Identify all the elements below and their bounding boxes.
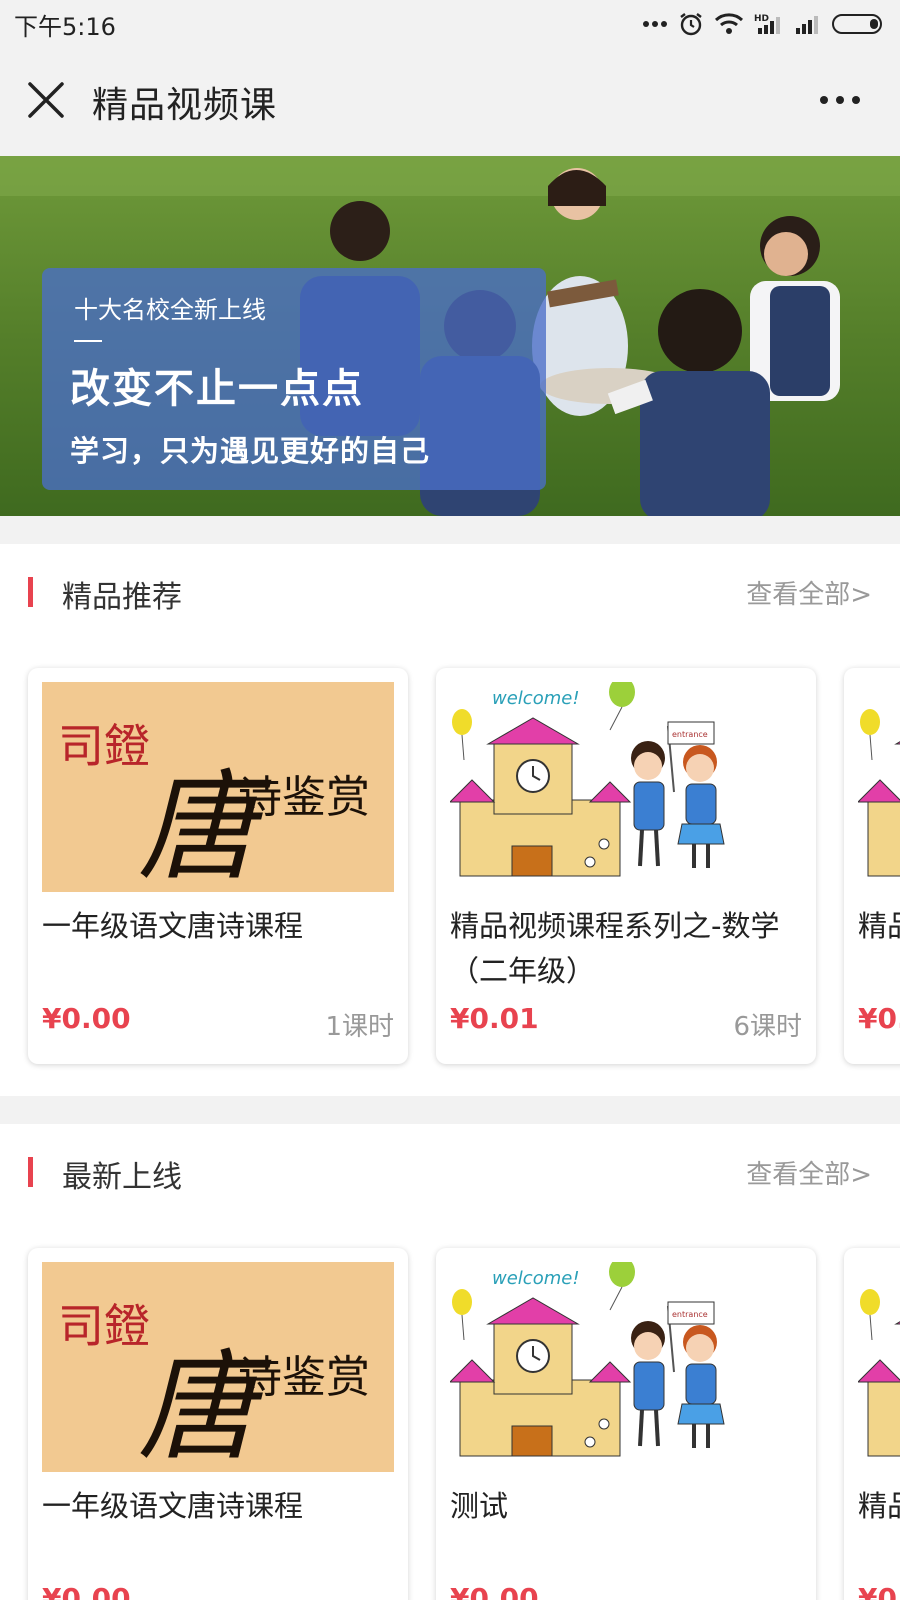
section-header: 最新上线 查看全部> (0, 1124, 900, 1220)
nav-bar: 精品视频课 (0, 48, 900, 156)
course-card[interactable]: welcome!entrance 精品视频课程系列之-数学 ¥0. (844, 1248, 900, 1600)
course-price: ¥0.00 (42, 1582, 131, 1600)
course-title: 精品视频课程系列之-数学 (858, 1489, 900, 1523)
banner-divider (74, 340, 102, 342)
status-time: 下午5:16 (14, 12, 116, 41)
status-icons: HD (642, 11, 886, 37)
course-title: 测试 (450, 1489, 509, 1523)
section-title: 精品推荐 (62, 580, 182, 615)
course-price: ¥0. (858, 1582, 900, 1600)
wifi-icon (714, 12, 744, 36)
course-carousel[interactable]: 司鐙唐诗鉴赏 一年级语文唐诗课程 ¥0.00 welcome! entrance … (0, 1248, 900, 1600)
thumb-title-text: 诗鉴赏 (238, 1352, 370, 1403)
course-card[interactable]: welcome! entrance 精品视频课程系列之-数学（二年级） ¥0.01… (436, 668, 816, 1064)
view-all-link[interactable]: 查看全部> (746, 1154, 872, 1191)
section-newest: 最新上线 查看全部> 司鐙唐诗鉴赏 一年级语文唐诗课程 ¥0.00 welcom… (0, 1124, 900, 1600)
course-thumbnail: welcome! entrance (450, 682, 802, 892)
banner-subtitle: 十大名校全新上线 (74, 296, 266, 324)
signal-icon (794, 12, 822, 36)
course-thumbnail: welcome!entrance (858, 1262, 900, 1472)
promo-banner[interactable]: 十大名校全新上线 改变不止一点点 学习，只为遇见更好的自己 (0, 156, 900, 516)
course-thumbnail: 司鐙唐诗鉴赏 (42, 1262, 394, 1472)
thumb-flag-text: entrance (672, 1310, 708, 1319)
more-notifications-icon (642, 19, 668, 29)
thumb-welcome-text: welcome! (492, 1268, 580, 1289)
course-card[interactable]: 司鐙唐诗鉴赏 一年级语文唐诗课程 ¥0.00 1课时 (28, 668, 408, 1064)
close-button[interactable] (22, 76, 70, 124)
thumb-welcome-text: welcome! (492, 688, 580, 709)
course-title: 一年级语文唐诗课程 (42, 909, 304, 943)
status-bar: 下午5:16 HD (0, 0, 900, 48)
course-carousel[interactable]: 司鐙唐诗鉴赏 一年级语文唐诗课程 ¥0.00 1课时 welcome! entra… (0, 668, 900, 1088)
course-title: 精品视频课程系列之-数学（二年级） (450, 909, 780, 988)
course-hours: 6课时 (733, 1012, 802, 1042)
course-price: ¥0.00 (42, 1002, 131, 1035)
banner-headline: 改变不止一点点 (70, 366, 364, 412)
more-dots-icon (820, 96, 860, 104)
hd-signal-icon: HD (754, 12, 784, 36)
course-thumbnail: 司鐙唐诗鉴赏 (42, 682, 394, 892)
banner-tagline: 学习，只为遇见更好的自己 (70, 434, 431, 468)
section-accent-bar (28, 1157, 33, 1187)
svg-text:HD: HD (754, 14, 769, 24)
banner-text-overlay: 十大名校全新上线 改变不止一点点 学习，只为遇见更好的自己 (42, 268, 546, 490)
course-price: ¥0.00 (450, 1582, 539, 1600)
thumb-seal-text: 司鐙 (58, 1299, 150, 1353)
section-title: 最新上线 (62, 1160, 182, 1195)
thumb-title-text: 诗鉴赏 (238, 772, 370, 823)
course-title: 精品 (858, 909, 900, 943)
course-card[interactable]: welcome! entrance 测试 ¥0.00 (436, 1248, 816, 1600)
alarm-icon (678, 11, 704, 37)
course-title: 一年级语文唐诗课程 (42, 1489, 304, 1523)
view-all-link[interactable]: 查看全部> (746, 574, 872, 611)
section-featured: 精品推荐 查看全部> 司鐙唐诗鉴赏 一年级语文唐诗课程 ¥0.00 1课时 we… (0, 544, 900, 1096)
close-icon (28, 82, 64, 118)
course-card[interactable]: welcome!entrance 精品 ¥0. (844, 668, 900, 1064)
course-thumbnail: welcome!entrance (858, 682, 900, 892)
course-price: ¥0. (858, 1002, 900, 1035)
course-card[interactable]: 司鐙唐诗鉴赏 一年级语文唐诗课程 ¥0.00 (28, 1248, 408, 1600)
page-title: 精品视频课 (92, 85, 278, 126)
section-header: 精品推荐 查看全部> (0, 544, 900, 640)
course-thumbnail: welcome! entrance (450, 1262, 802, 1472)
section-accent-bar (28, 577, 33, 607)
battery-icon (832, 12, 886, 36)
thumb-flag-text: entrance (672, 730, 708, 739)
thumb-seal-text: 司鐙 (58, 719, 150, 773)
course-hours: 1课时 (325, 1012, 394, 1042)
more-button[interactable] (816, 88, 864, 112)
course-price: ¥0.01 (450, 1002, 539, 1035)
